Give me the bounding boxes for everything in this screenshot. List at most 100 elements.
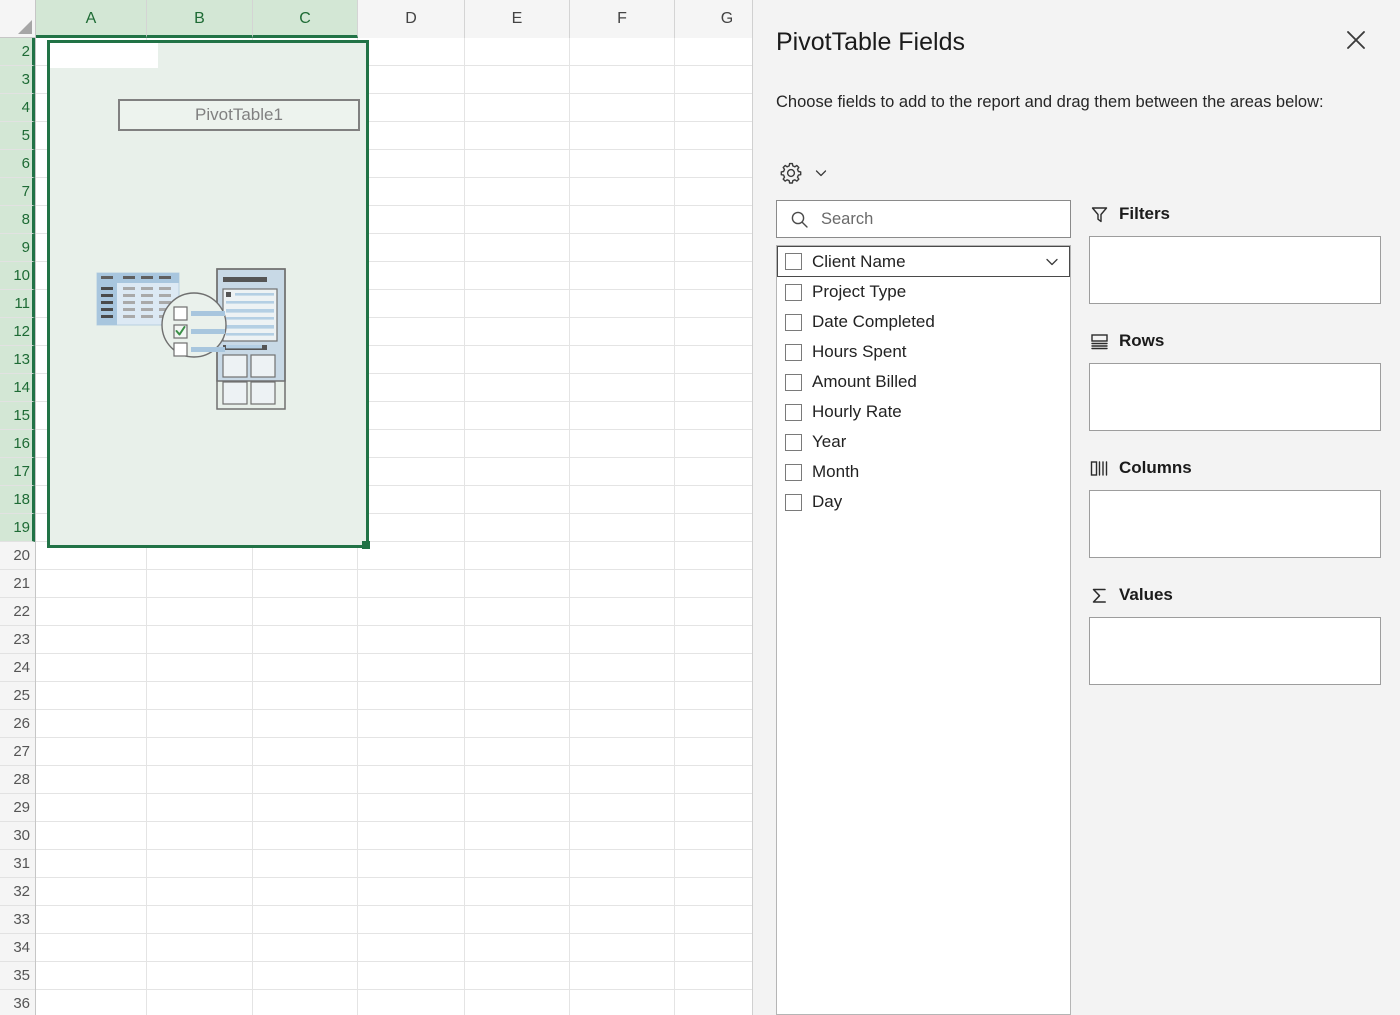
cell-G22[interactable] [675,598,752,626]
cell-C31[interactable] [253,850,358,878]
cell-B25[interactable] [147,682,253,710]
cell-G26[interactable] [675,710,752,738]
cell-A26[interactable] [36,710,147,738]
cell-E33[interactable] [465,906,570,934]
cell-G27[interactable] [675,738,752,766]
field-checkbox[interactable] [785,253,802,270]
cell-G11[interactable] [675,290,752,318]
field-item-month[interactable]: Month [777,457,1070,487]
cell-F13[interactable] [570,346,675,374]
row-header-29[interactable]: 29 [0,794,35,822]
row-header-30[interactable]: 30 [0,822,35,850]
cell-C21[interactable] [253,570,358,598]
column-header-G[interactable]: G [675,0,752,38]
cell-G5[interactable] [675,122,752,150]
cell-F15[interactable] [570,402,675,430]
cell-G19[interactable] [675,514,752,542]
cell-E15[interactable] [465,402,570,430]
cell-A31[interactable] [36,850,147,878]
cell-F22[interactable] [570,598,675,626]
cell-G18[interactable] [675,486,752,514]
row-header-7[interactable]: 7 [0,178,35,206]
cell-D34[interactable] [358,934,465,962]
cell-C22[interactable] [253,598,358,626]
cell-G30[interactable] [675,822,752,850]
row-header-25[interactable]: 25 [0,682,35,710]
cell-A28[interactable] [36,766,147,794]
cell-G24[interactable] [675,654,752,682]
cell-G34[interactable] [675,934,752,962]
cell-B21[interactable] [147,570,253,598]
drop-zone-filters[interactable] [1089,236,1381,304]
cell-C23[interactable] [253,626,358,654]
cell-E36[interactable] [465,990,570,1015]
cell-E19[interactable] [465,514,570,542]
row-header-19[interactable]: 19 [0,514,35,542]
row-header-4[interactable]: 4 [0,94,35,122]
cell-B32[interactable] [147,878,253,906]
row-header-10[interactable]: 10 [0,262,35,290]
cell-E20[interactable] [465,542,570,570]
drop-zone-rows[interactable] [1089,363,1381,431]
cell-G21[interactable] [675,570,752,598]
pivottable-placeholder[interactable]: PivotTable1 [47,40,370,549]
field-checkbox[interactable] [785,403,802,421]
chevron-down-icon[interactable] [812,164,830,182]
cell-E17[interactable] [465,458,570,486]
cell-C28[interactable] [253,766,358,794]
field-item-amount-billed[interactable]: Amount Billed [777,367,1070,397]
cell-F6[interactable] [570,150,675,178]
cell-C26[interactable] [253,710,358,738]
search-box[interactable] [776,200,1071,238]
column-header-F[interactable]: F [570,0,675,38]
cell-E8[interactable] [465,206,570,234]
cell-G6[interactable] [675,150,752,178]
cell-D25[interactable] [358,682,465,710]
cell-A24[interactable] [36,654,147,682]
cell-F25[interactable] [570,682,675,710]
cell-B31[interactable] [147,850,253,878]
field-checkbox[interactable] [785,343,802,361]
cell-F19[interactable] [570,514,675,542]
cell-G7[interactable] [675,178,752,206]
cell-D17[interactable] [358,458,465,486]
cell-D13[interactable] [358,346,465,374]
row-header-17[interactable]: 17 [0,458,35,486]
cell-D27[interactable] [358,738,465,766]
cell-C25[interactable] [253,682,358,710]
cell-D35[interactable] [358,962,465,990]
field-item-client-name[interactable]: Client Name [777,246,1070,277]
cell-F34[interactable] [570,934,675,962]
row-header-26[interactable]: 26 [0,710,35,738]
row-header-35[interactable]: 35 [0,962,35,990]
cell-D8[interactable] [358,206,465,234]
cell-E35[interactable] [465,962,570,990]
cell-D26[interactable] [358,710,465,738]
cell-A25[interactable] [36,682,147,710]
cell-G36[interactable] [675,990,752,1015]
search-input[interactable] [821,201,1070,237]
cell-E9[interactable] [465,234,570,262]
cell-F32[interactable] [570,878,675,906]
cell-D10[interactable] [358,262,465,290]
cell-A35[interactable] [36,962,147,990]
cell-A21[interactable] [36,570,147,598]
cell-D32[interactable] [358,878,465,906]
cell-D14[interactable] [358,374,465,402]
cell-F33[interactable] [570,906,675,934]
field-checkbox[interactable] [785,373,802,391]
row-header-27[interactable]: 27 [0,738,35,766]
cell-C34[interactable] [253,934,358,962]
cell-C24[interactable] [253,654,358,682]
cell-E11[interactable] [465,290,570,318]
field-item-day[interactable]: Day [777,487,1070,517]
cell-E10[interactable] [465,262,570,290]
cell-A22[interactable] [36,598,147,626]
cell-C33[interactable] [253,906,358,934]
cell-F36[interactable] [570,990,675,1015]
cell-F4[interactable] [570,94,675,122]
cell-A32[interactable] [36,878,147,906]
column-header-E[interactable]: E [465,0,570,38]
cell-E34[interactable] [465,934,570,962]
field-list[interactable]: Client Name Project Type Date Completed Hou… [776,245,1071,1015]
